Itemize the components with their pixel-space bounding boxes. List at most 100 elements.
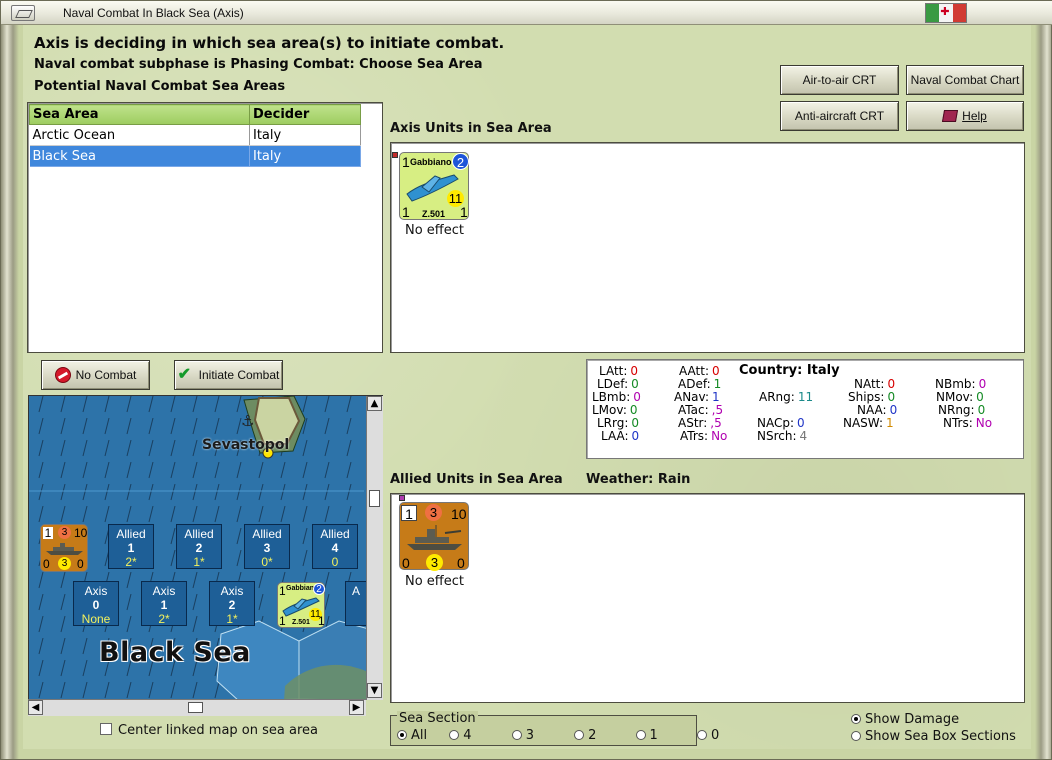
stat-nacp: NACp: 0 (757, 416, 805, 430)
radio-icon[interactable] (449, 730, 460, 740)
window-menu-button[interactable] (11, 5, 35, 21)
table-row[interactable]: Arctic Ocean Italy (29, 124, 361, 146)
warship-icon (407, 525, 462, 550)
map-aircraft-counter[interactable]: 1 Gabbiano 2 11 1 Z.501 1 (277, 582, 325, 628)
naval-combat-chart-label: Naval Combat Chart (910, 73, 1020, 87)
sea-area-table-panel[interactable]: Sea Area Decider Arctic Ocean Italy Blac… (27, 102, 383, 353)
horizontal-scroll-thumb[interactable] (188, 702, 203, 713)
stat-label: ANav: (674, 390, 710, 404)
stat-aatt: AAtt: 0 (679, 364, 720, 378)
no-entry-icon (54, 367, 71, 383)
show-damage-option[interactable]: Show Damage (851, 712, 959, 727)
radio-icon[interactable] (574, 730, 585, 740)
aircraft-top-left-value: 1 (402, 154, 410, 170)
decider-cell[interactable]: Italy (249, 124, 361, 146)
stat-nrng: NRng: 0 (938, 403, 985, 417)
stat-adef: ADef: 1 (678, 377, 721, 391)
sea-section-option-0[interactable]: 0 (696, 728, 719, 743)
sea-box-number: 0 (92, 598, 100, 612)
country-label: Country: (739, 363, 803, 378)
stat-label: LAtt: (599, 364, 628, 378)
scroll-down-icon[interactable]: ▼ (367, 683, 382, 698)
stat-ships: Ships: 0 (848, 390, 895, 404)
map-vertical-scrollbar[interactable]: ▲ ▼ (366, 396, 383, 700)
decider-cell[interactable]: Italy (249, 145, 361, 167)
axis-box-2[interactable]: Axis 2 1* (209, 581, 255, 626)
map-warship-icon (46, 543, 83, 555)
help-button[interactable]: Help (906, 101, 1024, 131)
map-ship-top-mid-value: 3 (58, 526, 71, 539)
table-row[interactable]: Black Sea Italy (29, 145, 361, 167)
stat-astr: AStr: ,5 (678, 416, 722, 430)
center-map-checkbox[interactable]: Center linked map on sea area (100, 723, 318, 738)
sea-section-4-label: 4 (463, 728, 472, 743)
axis-box-partial[interactable]: A (345, 581, 367, 626)
vertical-scroll-thumb[interactable] (369, 490, 380, 507)
stat-label: NBmb: (935, 377, 976, 391)
map-horizontal-scrollbar[interactable]: ◀ ▶ (28, 699, 366, 716)
sea-box-status: 0 (331, 555, 339, 569)
axis-box-0[interactable]: Axis 0 None (73, 581, 119, 626)
sea-area-column-header[interactable]: Sea Area (29, 104, 250, 125)
scroll-right-icon[interactable]: ▶ (349, 700, 364, 715)
scroll-up-icon[interactable]: ▲ (367, 396, 382, 411)
map-aircraft-bottom-right-value: 1 (318, 614, 325, 628)
stat-value: 1 (712, 390, 720, 404)
radio-selected-icon[interactable] (851, 714, 861, 724)
sea-section-option-1[interactable]: 1 (635, 728, 658, 743)
initiate-combat-button[interactable]: ✔ Initiate Combat (174, 360, 283, 390)
show-sea-box-sections-label: Show Sea Box Sections (865, 729, 1016, 744)
sea-box-status: 1* (226, 612, 238, 626)
allied-marker-icon (399, 495, 405, 501)
allied-box-4[interactable]: Allied 4 0 (312, 524, 358, 569)
allied-box-3[interactable]: Allied 3 0* (244, 524, 290, 569)
sea-area-cell[interactable]: Arctic Ocean (29, 124, 250, 146)
decider-column-header[interactable]: Decider (249, 104, 361, 125)
axis-aircraft-unit[interactable]: 1 Gabbiano 2 11 1 Z.501 1 (399, 152, 469, 220)
stat-label: NACp: (757, 416, 795, 430)
stat-label: NAA: (857, 403, 887, 417)
allied-ship-unit[interactable]: 1 3 10 0 3 0 (399, 502, 469, 571)
no-combat-label: No Combat (75, 368, 137, 382)
italy-flag-icon (925, 3, 967, 23)
naval-combat-chart-button[interactable]: Naval Combat Chart (906, 65, 1024, 95)
stat-nmov: NMov: 0 (936, 390, 984, 404)
sea-box-number: 1 (127, 541, 135, 555)
stat-nsrch: NSrch: 4 (757, 429, 807, 443)
radio-icon[interactable] (511, 730, 522, 740)
sea-box-number: 3 (263, 541, 271, 555)
stat-anav: ANav: 1 (674, 390, 720, 404)
sea-section-option-all[interactable]: All (397, 728, 427, 743)
linked-map[interactable]: ⚓ Sevastopol Black Sea 1 3 10 0 3 0 Alli… (28, 395, 383, 700)
stat-label: NASW: (843, 416, 884, 430)
no-combat-button[interactable]: No Combat (41, 360, 150, 390)
sea-section-options: All 4 3 2 1 0 (397, 728, 719, 743)
sea-section-option-4[interactable]: 4 (449, 728, 472, 743)
stat-value: 1 (886, 416, 894, 430)
show-sea-box-sections-option[interactable]: Show Sea Box Sections (851, 729, 1016, 744)
air-to-air-crt-button[interactable]: Air-to-air CRT (780, 65, 899, 95)
sea-section-option-2[interactable]: 2 (574, 728, 596, 743)
stat-nasw: NASW: 1 (843, 416, 894, 430)
stat-value: 0 (631, 429, 640, 443)
flag-white-band (939, 4, 953, 22)
stat-laa: LAA: 0 (601, 429, 639, 443)
radio-selected-icon[interactable] (397, 730, 407, 740)
map-ship-counter[interactable]: 1 3 10 0 3 0 (40, 524, 88, 572)
stat-value: ,5 (711, 403, 724, 417)
radio-icon[interactable] (635, 730, 646, 740)
allied-box-2[interactable]: Allied 2 1* (176, 524, 222, 569)
stat-value: 0 (977, 403, 986, 417)
allied-box-1[interactable]: Allied 1 2* (108, 524, 154, 569)
initiate-combat-label: Initiate Combat (198, 368, 280, 382)
window-frame: Naval Combat In Black Sea (Axis) Axis is… (0, 0, 1052, 760)
stat-atrs: ATrs: No (680, 429, 727, 443)
anti-aircraft-crt-button[interactable]: Anti-aircraft CRT (780, 101, 899, 131)
scroll-left-icon[interactable]: ◀ (28, 700, 43, 715)
checkbox-icon[interactable] (100, 723, 112, 735)
sea-area-cell[interactable]: Black Sea (29, 145, 250, 167)
sea-section-option-3[interactable]: 3 (511, 728, 534, 743)
axis-box-1[interactable]: Axis 1 2* (141, 581, 187, 626)
radio-icon[interactable] (696, 730, 707, 740)
radio-icon[interactable] (851, 731, 861, 741)
